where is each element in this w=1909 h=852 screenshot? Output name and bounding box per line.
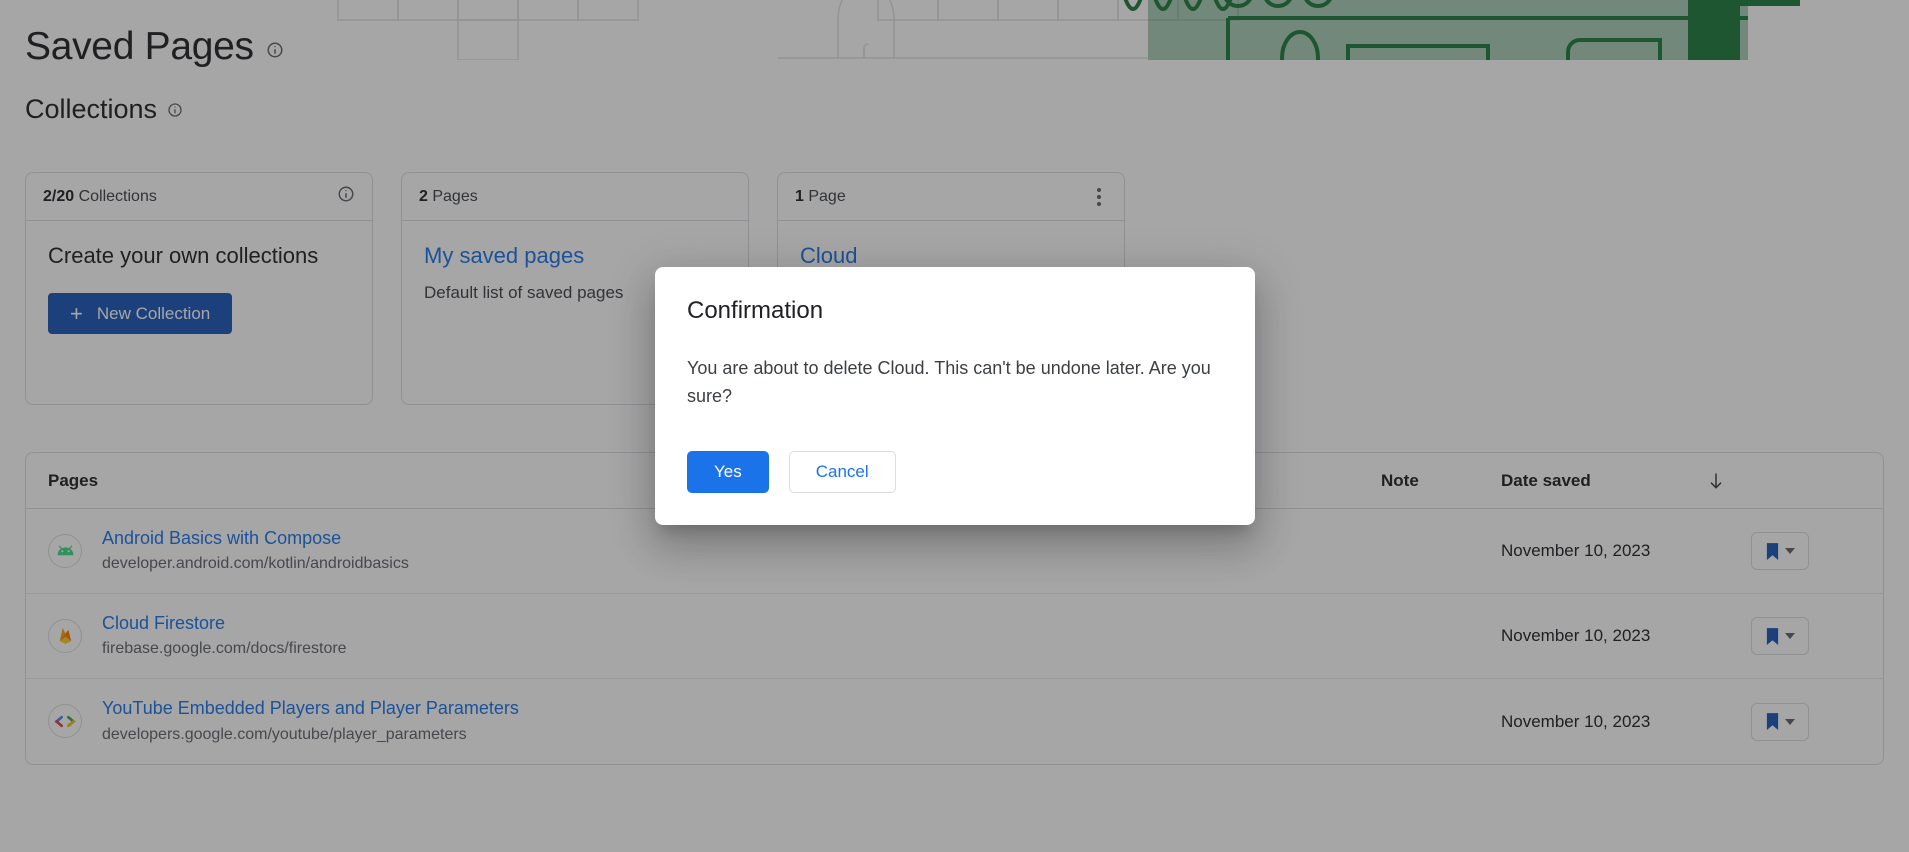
- dialog-message: You are about to delete Cloud. This can'…: [687, 355, 1212, 411]
- dialog-actions: Yes Cancel: [687, 451, 896, 493]
- cancel-button[interactable]: Cancel: [789, 451, 896, 493]
- confirm-yes-button[interactable]: Yes: [687, 451, 769, 493]
- dialog-title: Confirmation: [687, 297, 1223, 325]
- confirmation-dialog: Confirmation You are about to delete Clo…: [655, 267, 1255, 525]
